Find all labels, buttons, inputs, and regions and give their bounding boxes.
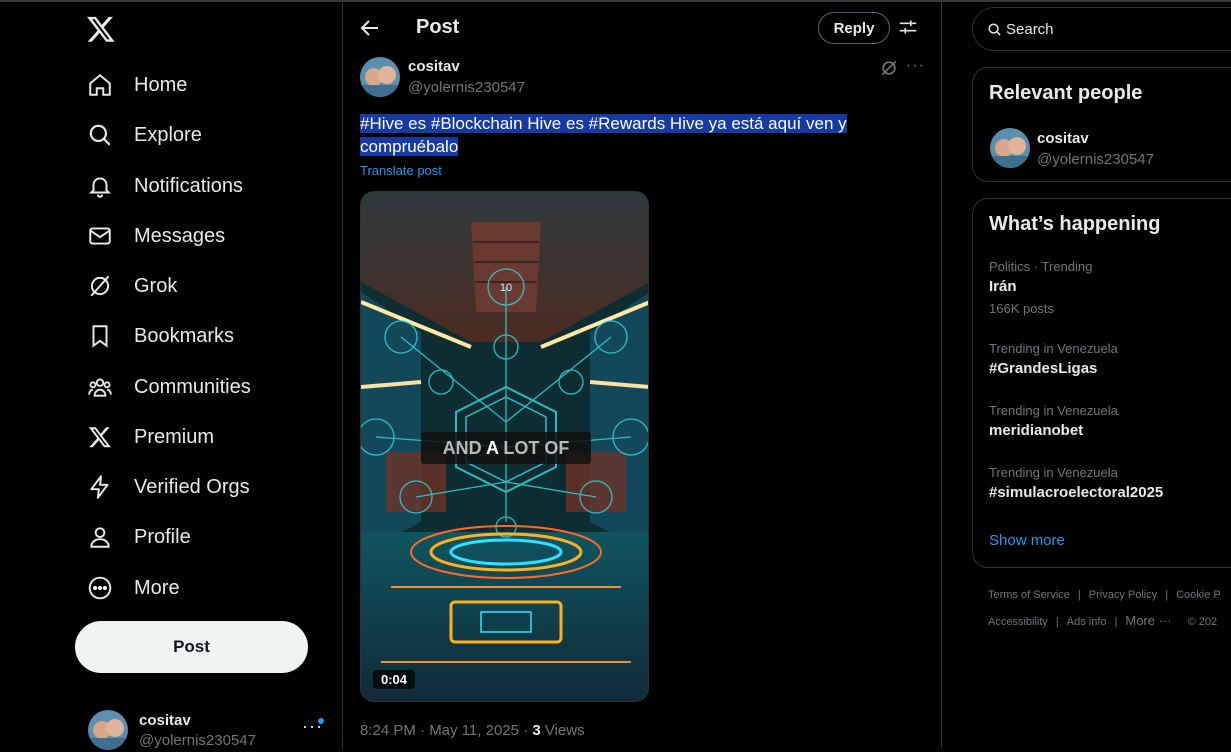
trend-item[interactable]: Politics · Trending Irán 166K posts: [989, 259, 1092, 316]
nav-communities-label: Communities: [134, 375, 251, 398]
trend-count: 166K posts: [989, 301, 1055, 316]
nav-home-label: Home: [134, 73, 188, 96]
notification-dot: [318, 718, 324, 724]
compose-post-button[interactable]: Post: [75, 621, 308, 673]
search-icon: [86, 121, 114, 149]
page-title: Post: [416, 16, 460, 38]
nav-verified-orgs[interactable]: Verified Orgs: [86, 467, 250, 507]
trend-context: Trending in Venezuela: [989, 403, 1118, 418]
trend-context: Trending in Venezuela: [989, 465, 1118, 480]
nav-grok-label: Grok: [134, 274, 178, 297]
trend-title: #GrandesLigas: [989, 360, 1098, 377]
nav-messages[interactable]: Messages: [86, 216, 225, 256]
footer-more-link[interactable]: More ···: [1125, 613, 1171, 628]
communities-icon: [86, 373, 114, 401]
trend-item[interactable]: Trending in Venezuela #GrandesLigas: [989, 341, 1118, 377]
avatar[interactable]: [990, 128, 1030, 168]
video-caption-2: A: [486, 438, 499, 458]
nav-bookmarks[interactable]: Bookmarks: [86, 316, 234, 356]
nav-explore[interactable]: Explore: [86, 115, 202, 155]
post-timestamp[interactable]: 8:24 PM · May 11, 2025 ·: [360, 722, 532, 739]
nav-verified-orgs-label: Verified Orgs: [134, 475, 250, 498]
svg-text:AND A LOT OF: AND A LOT OF: [443, 438, 570, 458]
main-column: Post Reply cositav @yolernis230547 ··· #…: [342, 0, 942, 749]
nav-communities[interactable]: Communities: [86, 367, 251, 407]
grok-icon: [86, 272, 114, 300]
video-caption-3: LOT OF: [503, 438, 569, 458]
translate-post-link[interactable]: Translate post: [360, 163, 442, 178]
trend-item[interactable]: Trending in Venezuela meridianobet: [989, 403, 1118, 439]
sliders-icon[interactable]: [897, 16, 921, 40]
home-icon: [86, 71, 114, 99]
back-arrow-icon[interactable]: [358, 16, 382, 40]
video-badge-number: 10: [500, 282, 512, 294]
whats-happening-title: What’s happening: [989, 213, 1161, 235]
views-label: Views: [540, 722, 585, 739]
nav-explore-label: Explore: [134, 123, 202, 146]
mail-icon: [86, 222, 114, 250]
trend-title: #simulacroelectoral2025: [989, 484, 1164, 501]
trend-title: meridianobet: [989, 422, 1084, 439]
nav-bookmarks-label: Bookmarks: [134, 324, 235, 347]
nav-profile-label: Profile: [134, 525, 191, 548]
nav-premium[interactable]: Premium: [86, 417, 214, 457]
trend-title: Irán: [989, 278, 1017, 295]
bookmark-icon: [86, 322, 114, 350]
footer-links-row-1: Terms of Service | Privacy Policy | Cookie P: [988, 589, 1221, 601]
nav-grok[interactable]: Grok: [86, 266, 177, 306]
x-logo-icon: [86, 423, 114, 451]
reply-button[interactable]: Reply: [818, 12, 890, 44]
nav-profile[interactable]: Profile: [86, 517, 191, 557]
search-icon: [987, 22, 1002, 42]
privacy-link[interactable]: Privacy Policy: [1089, 589, 1157, 601]
video-duration: 0:04: [373, 670, 416, 689]
more-circle-icon: [86, 574, 114, 602]
sidebar: Home Explore Notifications Messages Grok…: [0, 0, 342, 752]
post-author-handle[interactable]: @yolernis230547: [408, 79, 525, 96]
account-handle: @yolernis230547: [139, 732, 256, 749]
search-input[interactable]: Search: [972, 7, 1231, 51]
post-video[interactable]: 10 AND A LOT OF 0:04: [360, 191, 649, 702]
account-switcher[interactable]: cositav @yolernis230547 ···: [86, 706, 336, 752]
relevant-person-name[interactable]: cositav: [1037, 130, 1089, 147]
cookie-link[interactable]: Cookie P: [1176, 589, 1221, 601]
relevant-people-card: Relevant people cositav @yolernis230547: [972, 67, 1231, 182]
relevant-person-handle[interactable]: @yolernis230547: [1037, 151, 1154, 168]
whats-happening-card: What’s happening Politics · Trending Irá…: [972, 198, 1231, 568]
x-logo-icon[interactable]: [86, 14, 116, 44]
accessibility-link[interactable]: Accessibility: [988, 616, 1048, 628]
terms-link[interactable]: Terms of Service: [988, 589, 1070, 601]
nav-more-label: More: [134, 576, 180, 599]
post-author-avatar[interactable]: [360, 57, 400, 97]
post-author-name[interactable]: cositav: [408, 58, 460, 75]
nav-more[interactable]: More: [86, 568, 180, 608]
nav-premium-label: Premium: [134, 425, 215, 448]
lightning-icon: [86, 473, 114, 501]
ads-info-link[interactable]: Ads info: [1067, 616, 1107, 628]
show-more-link[interactable]: Show more: [989, 532, 1065, 549]
bell-icon: [86, 172, 114, 200]
post-text: #Hive es #Blockchain Hive es #Rewards Hi…: [360, 112, 880, 158]
post-text-line-1: #Hive es #Blockchain Hive es #Rewards Hi…: [360, 114, 847, 133]
nav-messages-label: Messages: [134, 224, 226, 247]
grok-icon[interactable]: [879, 58, 899, 78]
footer-links-row-2: Accessibility | Ads info | More ··· © 202: [988, 613, 1218, 628]
nav-home[interactable]: Home: [86, 65, 187, 105]
trend-context: Politics · Trending: [989, 259, 1093, 274]
copyright: © 202: [1187, 616, 1218, 628]
avatar: [88, 710, 128, 750]
post-more-icon[interactable]: ···: [906, 57, 925, 75]
nav-notifications[interactable]: Notifications: [86, 166, 243, 206]
trend-context: Trending in Venezuela: [989, 341, 1118, 356]
search-placeholder: Search: [1006, 21, 1054, 38]
nav-notifications-label: Notifications: [134, 174, 243, 197]
post-text-line-2: compruébalo: [360, 137, 459, 156]
post-meta: 8:24 PM · May 11, 2025 · 3 Views: [360, 722, 585, 739]
video-caption-1: AND: [443, 438, 482, 458]
trend-item[interactable]: Trending in Venezuela #simulacroelectora…: [989, 465, 1163, 501]
account-name: cositav: [139, 712, 191, 729]
relevant-people-title: Relevant people: [989, 82, 1143, 104]
person-icon: [86, 523, 114, 551]
views-count: 3: [532, 722, 541, 739]
